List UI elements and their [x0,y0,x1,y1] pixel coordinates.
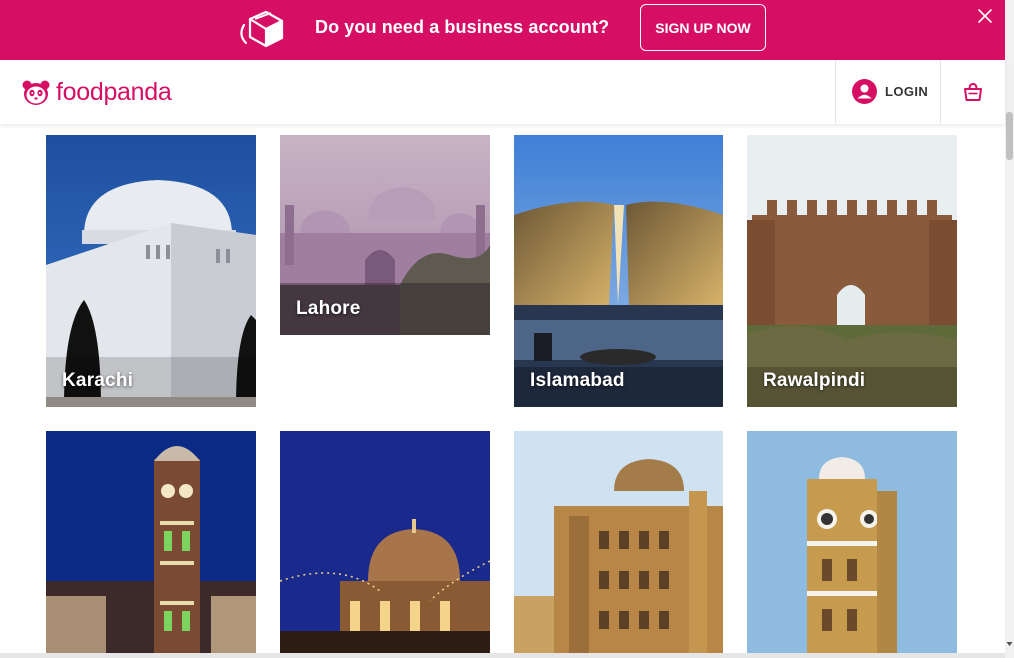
city-name: Karachi [62,370,134,391]
horizontal-scrollbar[interactable] [0,653,1005,658]
page: Do you need a business account? SIGN UP … [0,0,1014,658]
user-icon [852,79,877,104]
city-name: Lahore [296,298,361,319]
promo-text: Do you need a business account? [315,17,610,37]
login-button[interactable]: LOGIN [852,79,928,104]
shopping-bag-icon[interactable] [962,81,984,103]
clock-tower-night-photo [46,431,256,653]
shrine-night-photo [280,431,490,653]
city-tile-islamabad[interactable]: Islamabad [514,135,723,407]
vertical-scrollbar[interactable] [1005,0,1014,658]
login-label: LOGIN [885,84,929,99]
city-tile-karachi[interactable]: Karachi [46,135,256,407]
city-tile[interactable] [514,431,723,653]
site-header: foodpanda LOGIN [0,60,1005,124]
palace-photo [514,431,723,653]
ghanta-ghar-photo [747,431,957,653]
close-icon[interactable] [977,8,993,24]
city-name: Rawalpindi [763,370,866,391]
brand-name: foodpanda [56,78,172,106]
delivery-bag-icon [240,10,284,48]
city-tile[interactable] [280,431,490,653]
rawalpindi-photo [747,135,957,407]
brand-logo[interactable]: foodpanda [22,78,172,107]
islamabad-photo [514,135,723,407]
city-tile[interactable] [747,431,957,653]
panda-logo-icon [22,80,50,105]
city-tile-rawalpindi[interactable]: Rawalpindi [747,135,957,407]
city-tile-lahore[interactable]: Lahore [280,135,490,335]
scroll-down-arrow-icon[interactable] [1006,640,1013,648]
scrollbar-thumb[interactable] [1006,112,1013,160]
city-name: Islamabad [530,370,625,391]
header-divider [940,60,941,124]
business-promo-banner: Do you need a business account? SIGN UP … [0,0,1005,60]
sign-up-now-button[interactable]: SIGN UP NOW [640,4,766,51]
header-divider [835,60,836,124]
city-tile[interactable] [46,431,256,653]
karachi-photo [46,135,256,407]
